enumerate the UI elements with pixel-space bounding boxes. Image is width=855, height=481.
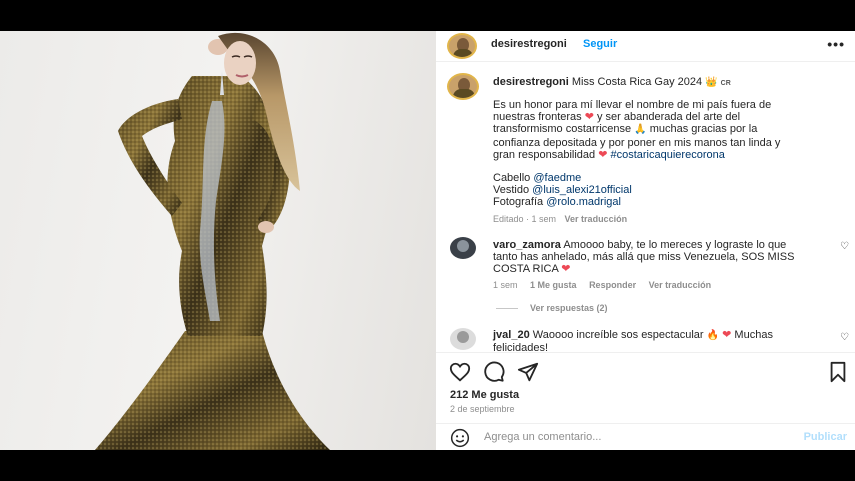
follow-button[interactable]: Seguir [583,38,617,50]
credit-hair-label: Cabello [493,172,531,185]
fire-icon: 🔥 [706,330,720,341]
avatar[interactable] [447,33,477,59]
see-translation-link[interactable]: Ver traducción [649,280,712,290]
crown-icon: 👑 [705,77,718,88]
comment-time: 1 sem [493,280,518,290]
commenter-avatar[interactable] [450,328,476,350]
caption-body: Es un honor para mí llevar el nombre de … [493,99,793,225]
comment-input[interactable]: Agrega un comentario... [484,431,601,443]
view-replies-button[interactable]: Ver respuestas (2) [530,303,608,313]
credit-dress-label: Vestido [493,184,530,197]
comment-meta: 1 sem 1 Me gusta Responder Ver traducció… [493,280,711,290]
heart-icon: ❤ [561,263,571,276]
comment-item: jval_20 Waoooo increíble sos espectacula… [493,329,813,354]
mention-rolo-madrigal[interactable]: @rolo.madrigal [546,196,621,208]
see-translation-link[interactable]: Ver traducción [565,214,628,224]
comment-icon[interactable] [483,361,505,383]
comment-likes[interactable]: 1 Me gusta [530,280,577,290]
like-comment-icon[interactable]: ♡ [840,241,849,252]
pray-icon: 🙏 [634,124,647,136]
caption-avatar[interactable] [447,73,479,100]
comment-text: Waoooo increíble sos espectacular [532,329,704,341]
emoji-icon[interactable] [450,428,470,448]
hashtag-link[interactable]: #costaricaquierecorona [610,149,724,161]
heart-icon: ❤ [722,329,732,341]
caption-title: Miss Costa Rica Gay 2024 [571,76,703,88]
mention-faedme[interactable]: @faedme [533,172,581,184]
publish-button[interactable]: Publicar [804,431,847,443]
add-comment-bar: Agrega un comentario... Publicar [436,423,855,452]
post-date: 2 de septiembre [450,404,515,414]
save-bookmark-icon[interactable] [827,361,849,383]
replies-divider [496,308,518,309]
post-photo[interactable] [0,31,436,450]
post-header: desirestregoni Seguir ••• [436,31,855,62]
post-username[interactable]: desirestregoni [491,38,567,50]
like-comment-icon[interactable]: ♡ [840,332,849,343]
comment-username[interactable]: varo_zamora [493,239,561,251]
commenter-avatar[interactable] [450,237,476,259]
edited-time: Editado · 1 sem [493,213,557,224]
like-heart-icon[interactable] [449,361,471,383]
flag-cr: CR [720,80,731,87]
heart-icon: ❤ [584,111,594,124]
more-options-icon[interactable]: ••• [827,36,845,52]
post-photo-image [95,32,330,450]
share-icon[interactable] [517,361,539,383]
post-actions: 212 Me gusta 2 de septiembre Agrega un c… [436,352,855,451]
comment-username[interactable]: jval_20 [493,329,530,341]
comment-item: varo_zamora Amoooo baby, te lo mereces y… [493,239,813,276]
caption-title-line: desirestregoni Miss Costa Rica Gay 2024 … [493,76,731,88]
mention-luis-alexi[interactable]: @luis_alexi21official [532,184,632,196]
caption-username[interactable]: desirestregoni [493,76,569,88]
credit-photo-label: Fotografía [493,196,544,209]
likes-count[interactable]: 212 Me gusta [450,389,519,401]
post-detail-panel: desirestregoni Seguir ••• desirestregoni… [436,31,855,450]
reply-button[interactable]: Responder [589,280,636,290]
heart-icon: ❤ [598,148,608,161]
